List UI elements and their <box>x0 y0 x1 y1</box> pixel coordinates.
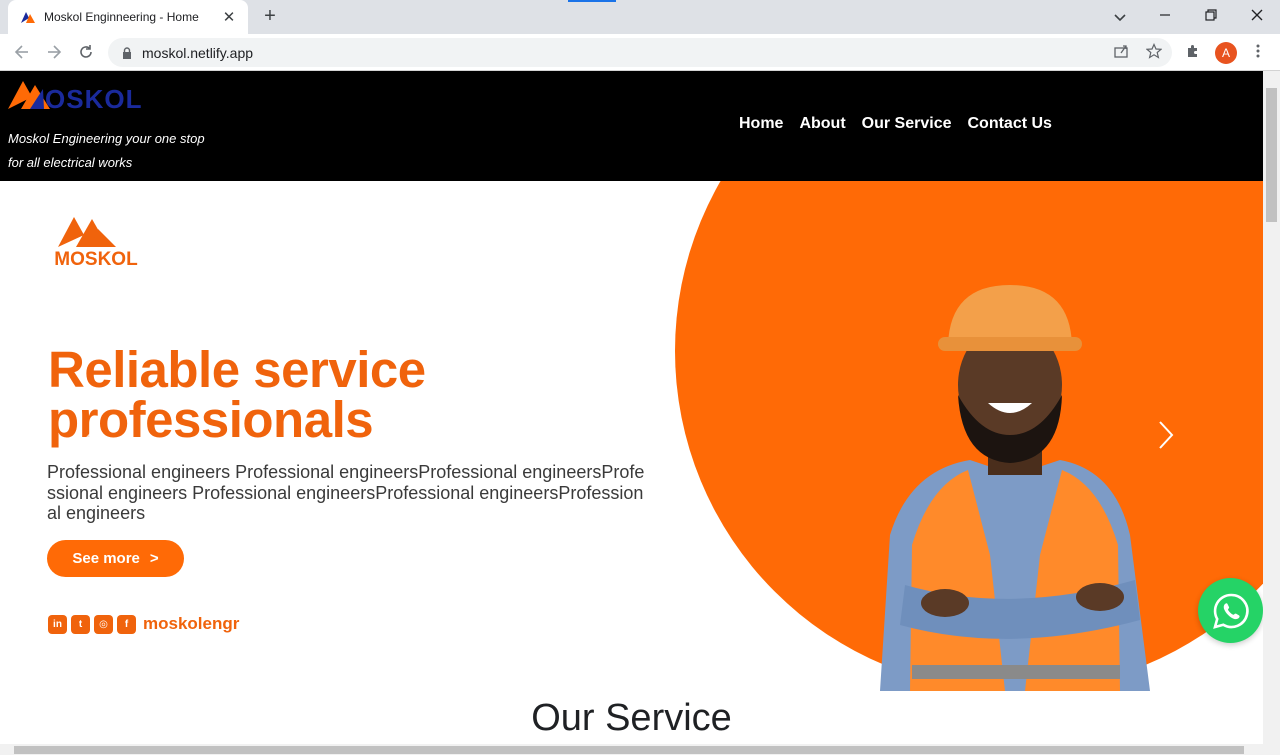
restore-icon[interactable] <box>1188 0 1234 30</box>
profile-avatar[interactable]: A <box>1215 42 1237 64</box>
hero-body-text: Professional engineers Professional engi… <box>47 462 645 523</box>
vertical-scrollbar[interactable] <box>1263 71 1280 744</box>
browser-tab[interactable]: Moskol Enginneering - Home ✕ <box>8 0 248 34</box>
instagram-icon[interactable]: ◎ <box>94 614 113 634</box>
horizontal-scrollbar[interactable] <box>0 744 1280 755</box>
nav-contact-us[interactable]: Contact Us <box>967 115 1051 133</box>
site-tagline: Moskol Engineering your one stop for all… <box>8 131 205 170</box>
vertical-scroll-thumb[interactable] <box>1266 88 1277 222</box>
forward-icon[interactable] <box>40 38 68 66</box>
tab-title: Moskol Enginneering - Home <box>44 10 199 24</box>
site-header: OSKOL Moskol Engineering your one stop f… <box>0 71 1263 181</box>
new-tab-icon[interactable]: + <box>258 5 282 29</box>
menu-icon[interactable] <box>1246 39 1270 63</box>
site-logo-text: OSKOL <box>45 84 142 111</box>
social-links: in t ◎ f moskolengr <box>48 614 239 634</box>
our-service-heading: Our Service <box>531 697 732 739</box>
nav-our-service[interactable]: Our Service <box>862 115 952 133</box>
social-handle: moskolengr <box>143 614 240 633</box>
site-nav: Home About Our Service Contact Us <box>739 115 1052 133</box>
carousel-prev-icon[interactable]: ‹ <box>84 421 93 453</box>
hero-headline-line2: professionals <box>48 391 374 448</box>
carousel-next-icon[interactable] <box>1154 419 1178 451</box>
nav-about[interactable]: About <box>799 115 845 133</box>
facebook-icon[interactable]: f <box>117 614 136 634</box>
star-icon[interactable] <box>1142 39 1166 63</box>
worker-photo <box>880 285 1150 691</box>
share-icon[interactable] <box>1109 39 1133 63</box>
minimize-icon[interactable] <box>1142 0 1188 30</box>
hero-carousel: MOSKOL Reliable service professionals Pr… <box>0 181 1263 691</box>
site-favicon-icon <box>21 12 35 23</box>
lock-icon <box>123 46 131 59</box>
whatsapp-icon <box>1212 593 1249 629</box>
site-logo[interactable]: OSKOL <box>8 79 160 111</box>
address-bar[interactable]: moskol.netlify.app <box>108 38 1172 67</box>
tab-search-icon[interactable] <box>1108 5 1132 29</box>
whatsapp-chat-button[interactable] <box>1198 578 1263 643</box>
arrow-right-icon: > <box>149 550 159 567</box>
hero-headline-line1: Reliable service <box>48 341 426 398</box>
close-icon[interactable] <box>1234 0 1280 30</box>
tab-strip: Moskol Enginneering - Home ✕ + <box>0 0 1280 34</box>
hero-logo-text: MOSKOL <box>54 249 138 267</box>
tab-close-icon[interactable]: ✕ <box>220 8 238 26</box>
browser-toolbar: moskol.netlify.app A <box>0 34 1280 71</box>
back-icon[interactable] <box>8 38 36 66</box>
see-more-label: See more <box>72 550 140 567</box>
hero-logo: MOSKOL <box>54 217 138 267</box>
hero-headline: Reliable service professionals <box>48 341 568 448</box>
linkedin-icon[interactable]: in <box>48 614 67 634</box>
tab-strip-accent <box>568 0 616 2</box>
page-viewport: OSKOL Moskol Engineering your one stop f… <box>0 71 1263 744</box>
url-text: moskol.netlify.app <box>142 44 254 61</box>
reload-icon[interactable] <box>72 38 100 66</box>
see-more-button[interactable]: See more > <box>47 540 184 577</box>
nav-home[interactable]: Home <box>739 115 783 133</box>
extensions-icon[interactable] <box>1181 39 1205 63</box>
horizontal-scroll-thumb[interactable] <box>14 746 1244 754</box>
twitter-icon[interactable]: t <box>71 614 90 634</box>
